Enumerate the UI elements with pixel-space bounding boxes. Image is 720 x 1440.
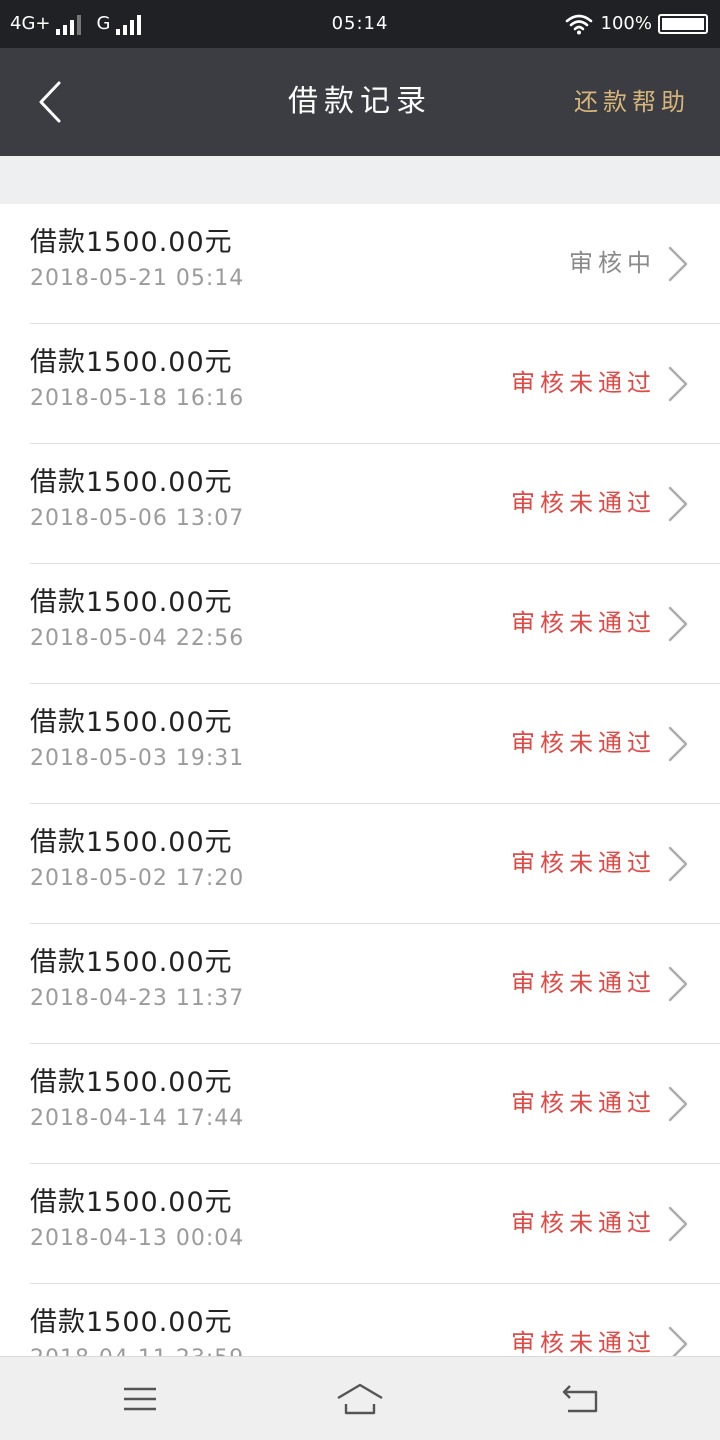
loan-status: 审核未通过 bbox=[511, 1329, 656, 1356]
loan-amount: 借款1500.00元 bbox=[30, 587, 233, 618]
loan-amount: 借款1500.00元 bbox=[30, 227, 233, 258]
loan-date: 2018-05-04 22:56 bbox=[30, 626, 245, 651]
loan-date: 2018-05-21 05:14 bbox=[30, 266, 245, 291]
loan-status: 审核中 bbox=[569, 249, 656, 277]
wifi-icon bbox=[565, 14, 592, 35]
loan-record-row[interactable]: 借款1500.00元 2018-05-21 05:14 审核中 bbox=[0, 204, 720, 324]
loan-amount: 借款1500.00元 bbox=[30, 827, 233, 858]
loan-record-row[interactable]: 借款1500.00元 2018-04-11 23:59 审核未通过 bbox=[0, 1284, 720, 1356]
loan-record-row[interactable]: 借款1500.00元 2018-05-06 13:07 审核未通过 bbox=[0, 444, 720, 564]
header: 借款记录 还款帮助 bbox=[0, 48, 720, 156]
loan-date: 2018-04-13 00:04 bbox=[30, 1226, 245, 1251]
loan-status: 审核未通过 bbox=[511, 369, 656, 397]
loan-record-list[interactable]: 借款1500.00元 2018-05-21 05:14 审核中 借款1500.00元 2… bbox=[0, 204, 720, 1356]
chevron-right-icon bbox=[668, 1086, 688, 1122]
loan-record-row[interactable]: 借款1500.00元 2018-04-14 17:44 审核未通过 bbox=[0, 1044, 720, 1164]
loan-record-row[interactable]: 借款1500.00元 2018-05-04 22:56 审核未通过 bbox=[0, 564, 720, 684]
loan-date: 2018-05-03 19:31 bbox=[30, 746, 245, 771]
repayment-help-link[interactable]: 还款帮助 bbox=[574, 48, 690, 156]
back-button[interactable] bbox=[20, 70, 80, 134]
loan-record-row[interactable]: 借款1500.00元 2018-05-02 17:20 审核未通过 bbox=[0, 804, 720, 924]
loan-amount: 借款1500.00元 bbox=[30, 947, 233, 978]
home-icon bbox=[337, 1383, 383, 1415]
loan-amount: 借款1500.00元 bbox=[30, 347, 233, 378]
loan-date: 2018-04-23 11:37 bbox=[30, 986, 245, 1011]
loan-amount: 借款1500.00元 bbox=[30, 1187, 233, 1218]
loan-date: 2018-05-18 16:16 bbox=[30, 386, 245, 411]
loan-status: 审核未通过 bbox=[511, 969, 656, 997]
battery-percent: 100% bbox=[600, 13, 652, 34]
home-button[interactable] bbox=[330, 1375, 390, 1423]
chevron-right-icon bbox=[668, 1206, 688, 1242]
return-icon bbox=[562, 1385, 598, 1413]
chevron-left-icon bbox=[39, 81, 61, 123]
chevron-right-icon bbox=[668, 246, 688, 282]
loan-status: 审核未通过 bbox=[511, 1089, 656, 1117]
loan-date: 2018-04-14 17:44 bbox=[30, 1106, 245, 1131]
loan-record-row[interactable]: 借款1500.00元 2018-05-03 19:31 审核未通过 bbox=[0, 684, 720, 804]
chevron-right-icon bbox=[668, 606, 688, 642]
status-right: 100% bbox=[565, 12, 708, 36]
chevron-right-icon bbox=[668, 366, 688, 402]
menu-button[interactable] bbox=[110, 1375, 170, 1423]
loan-status: 审核未通过 bbox=[511, 489, 656, 517]
loan-record-row[interactable]: 借款1500.00元 2018-04-13 00:04 审核未通过 bbox=[0, 1164, 720, 1284]
loan-status: 审核未通过 bbox=[511, 609, 656, 637]
loan-amount: 借款1500.00元 bbox=[30, 707, 233, 738]
loan-amount: 借款1500.00元 bbox=[30, 1307, 233, 1338]
system-nav-bar bbox=[0, 1356, 720, 1440]
chevron-right-icon bbox=[668, 726, 688, 762]
loan-status: 审核未通过 bbox=[511, 729, 656, 757]
loan-record-row[interactable]: 借款1500.00元 2018-04-23 11:37 审核未通过 bbox=[0, 924, 720, 1044]
battery-icon bbox=[658, 14, 708, 34]
loan-date: 2018-04-11 23:59 bbox=[30, 1344, 244, 1356]
section-spacer bbox=[0, 156, 720, 204]
loan-status: 审核未通过 bbox=[511, 849, 656, 877]
chevron-right-icon bbox=[668, 1326, 688, 1356]
loan-date: 2018-05-06 13:07 bbox=[30, 506, 245, 531]
loan-record-row[interactable]: 借款1500.00元 2018-05-18 16:16 审核未通过 bbox=[0, 324, 720, 444]
chevron-right-icon bbox=[668, 486, 688, 522]
status-bar: 4G+ G 05:14 100% bbox=[0, 0, 720, 48]
loan-date: 2018-05-02 17:20 bbox=[30, 866, 245, 891]
menu-icon bbox=[124, 1387, 156, 1411]
chevron-right-icon bbox=[668, 846, 688, 882]
loan-amount: 借款1500.00元 bbox=[30, 467, 233, 498]
chevron-right-icon bbox=[668, 966, 688, 1002]
loan-status: 审核未通过 bbox=[511, 1209, 656, 1237]
return-button[interactable] bbox=[550, 1375, 610, 1423]
loan-amount: 借款1500.00元 bbox=[30, 1067, 233, 1098]
